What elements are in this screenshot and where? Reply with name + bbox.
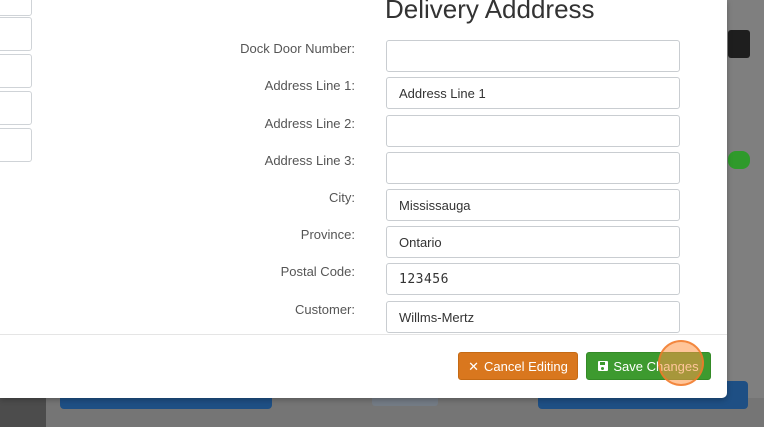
customer-input[interactable] [386,301,680,333]
background-left-strip [0,398,46,427]
postal-code-label: Postal Code: [280,264,355,279]
dock-door-label: Dock Door Number: [240,41,355,56]
province-input[interactable] [386,226,680,258]
background-status-pill [728,151,750,169]
address-line-1-input[interactable] [386,77,680,109]
form-row-address-line-2: Address Line 2: [0,115,727,149]
times-icon: ✕ [468,358,480,374]
customer-label: Customer: [295,302,355,317]
city-label: City: [329,190,355,205]
address-line-2-label: Address Line 2: [264,116,355,131]
modal-body: Delivery Adddress Dock Door Number: Addr… [0,0,727,334]
save-changes-button[interactable]: Save Changes [586,352,711,380]
left-column-input[interactable] [0,0,32,16]
address-line-3-input[interactable] [386,152,680,184]
edit-address-modal: Delivery Adddress Dock Door Number: Addr… [0,0,727,398]
address-line-1-label: Address Line 1: [264,78,355,93]
form-row-city: City: [0,189,727,223]
dock-door-input[interactable] [386,40,680,72]
form-row-customer: Customer: [0,301,727,334]
save-changes-label: Save Changes [613,358,699,374]
form-row-address-line-1: Address Line 1: [0,77,727,111]
province-label: Province: [300,227,355,242]
background-dark-button [728,30,750,58]
address-line-2-input[interactable] [386,115,680,147]
floppy-disk-icon [598,361,609,371]
cancel-editing-label: Cancel Editing [484,358,568,374]
form-row-address-line-3: Address Line 3: [0,152,727,186]
city-input[interactable] [386,189,680,221]
form-row-province: Province: [0,226,727,260]
address-line-3-label: Address Line 3: [264,153,355,168]
cancel-editing-button[interactable]: ✕ Cancel Editing [458,352,578,380]
section-title: Delivery Adddress [385,0,595,24]
form-row-dock-door: Dock Door Number: [0,40,727,74]
modal-footer: ✕ Cancel Editing Save Changes [0,334,727,398]
form-row-postal-code: Postal Code: [0,263,727,297]
postal-code-input[interactable] [386,263,680,295]
